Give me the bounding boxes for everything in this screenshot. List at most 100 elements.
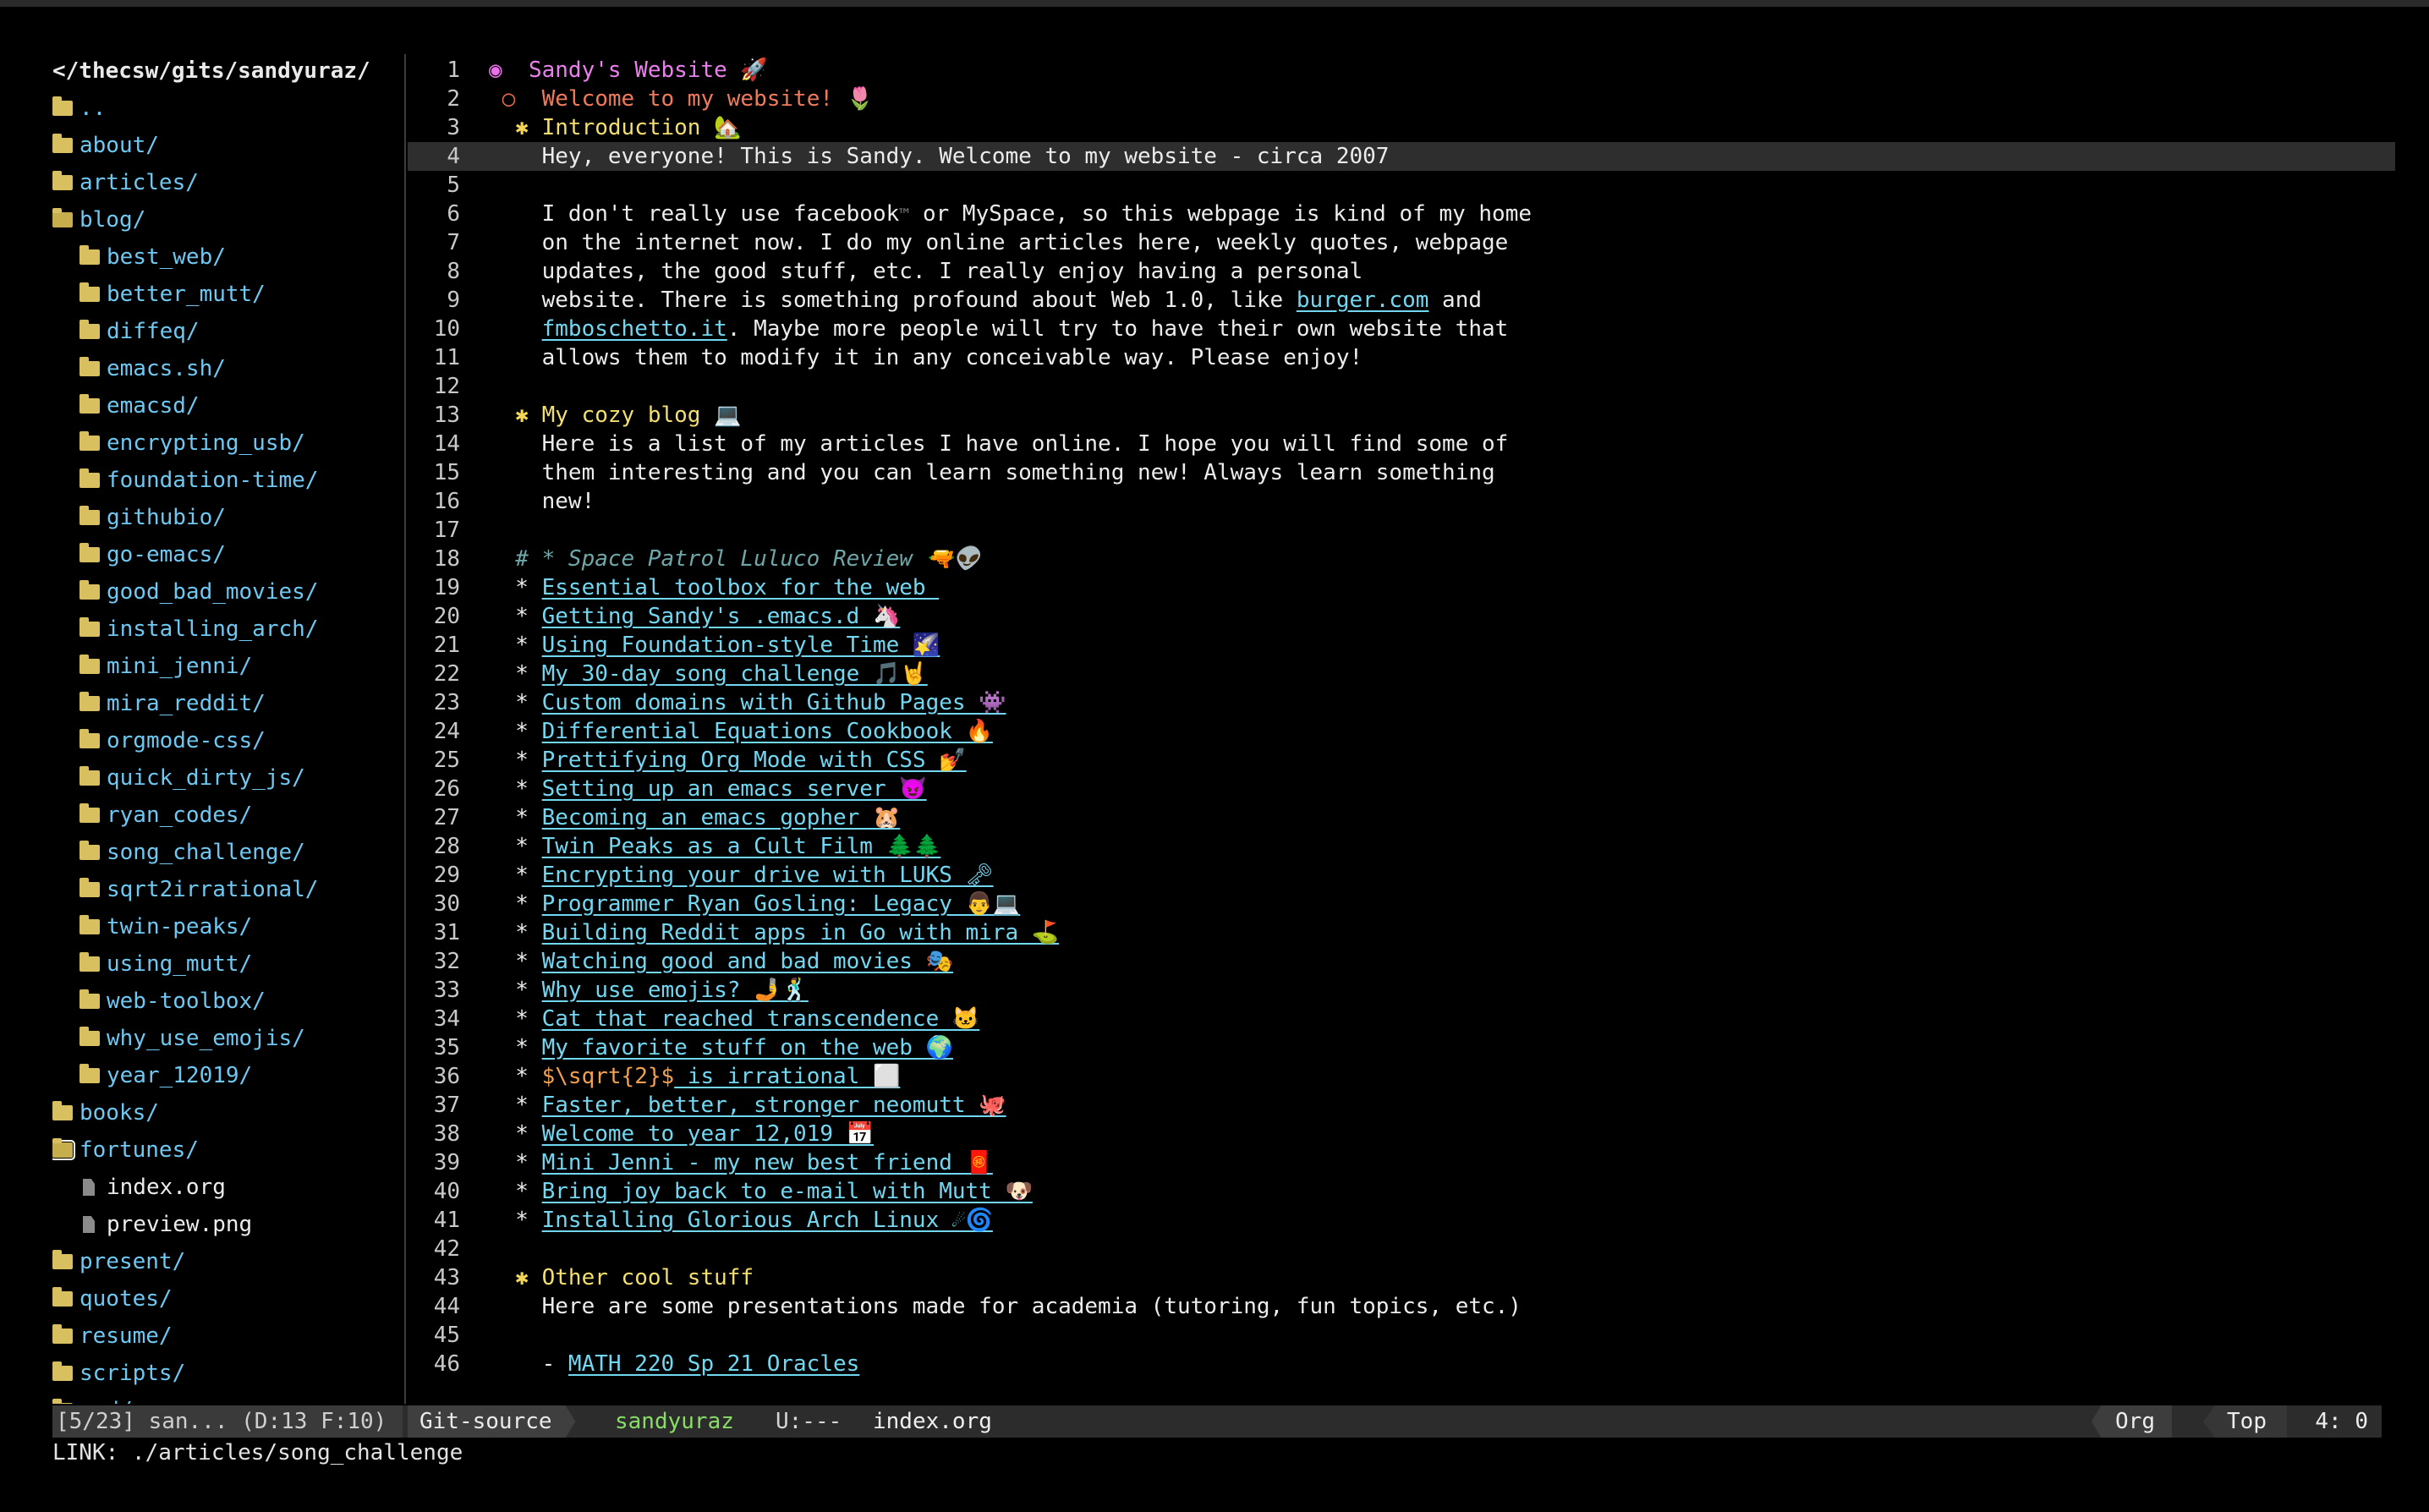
org-link[interactable]: Setting up an emacs server 😈 [542, 776, 927, 802]
org-link[interactable]: Getting Sandy's .emacs.d 🦄 [542, 604, 901, 629]
tree-folder-item[interactable]: books/ [52, 1094, 399, 1131]
tree-folder-item[interactable]: mini_jenni/ [52, 648, 399, 685]
tree-folder-item[interactable]: diffeq/ [52, 313, 399, 350]
tree-folder-item[interactable]: installing_arch/ [52, 611, 399, 648]
tree-folder-item[interactable]: encrypting_usb/ [52, 425, 399, 462]
editor-line[interactable]: 3 ✱ Introduction 🏡 [408, 113, 2395, 142]
editor-line[interactable]: 2 ○ Welcome to my website! 🌷 [408, 85, 2395, 113]
editor-line[interactable]: 42 [408, 1235, 2395, 1263]
tree-folder-item[interactable]: .. [52, 90, 399, 127]
tree-folder-item[interactable]: song_challenge/ [52, 834, 399, 871]
editor-line[interactable]: 10 fmboschetto.it. Maybe more people wil… [408, 315, 2395, 343]
editor-line[interactable]: 29 * Encrypting your drive with LUKS 🗝 [408, 861, 2395, 890]
window-divider[interactable] [404, 54, 406, 1404]
editor-line[interactable]: 8 updates, the good stuff, etc. I really… [408, 257, 2395, 286]
org-link[interactable]: Encrypting your drive with LUKS 🗝 [542, 863, 994, 888]
editor-line[interactable]: 1 ◉ Sandy's Website 🚀 [408, 56, 2395, 85]
editor-line[interactable]: 6 I don't really use facebook™ or MySpac… [408, 200, 2395, 228]
editor-line[interactable]: 28 * Twin Peaks as a Cult Film 🌲🌲 [408, 832, 2395, 861]
org-link[interactable]: burger.com [1297, 288, 1429, 313]
editor-line[interactable]: 5 [408, 171, 2395, 200]
org-link[interactable]: is irrational ⬜ [674, 1064, 901, 1089]
tree-folder-item[interactable]: ryan_codes/ [52, 797, 399, 834]
org-link[interactable]: Cat that reached transcendence 🐱 [542, 1006, 980, 1032]
tree-file-item[interactable]: index.org [52, 1169, 399, 1206]
tree-folder-item[interactable]: year_12019/ [52, 1057, 399, 1094]
org-link[interactable]: Why use emojis? 🤳🕺 [542, 978, 809, 1003]
vc-backend-label[interactable]: Git-source [408, 1405, 576, 1438]
tree-file-item[interactable]: preview.png [52, 1206, 399, 1243]
tree-folder-item[interactable]: present/ [52, 1243, 399, 1280]
tree-folder-item[interactable]: sed/ [52, 1392, 399, 1404]
tree-folder-item[interactable]: twin-peaks/ [52, 908, 399, 945]
editor-line[interactable]: 12 [408, 372, 2395, 401]
tree-folder-item[interactable]: sqrt2irrational/ [52, 871, 399, 908]
org-link[interactable]: My 30-day song challenge 🎵🤘 [542, 661, 928, 687]
tree-folder-item[interactable]: foundation-time/ [52, 462, 399, 499]
org-link[interactable]: Bring joy back to e-mail with Mutt 🐶 [542, 1179, 1033, 1204]
editor-line[interactable]: 9 website. There is something profound a… [408, 286, 2395, 315]
editor-line[interactable]: 19 * Essential toolbox for the web [408, 573, 2395, 602]
editor-line[interactable]: 18 # * Space Patrol Luluco Review 🔫👽 [408, 545, 2395, 573]
tree-folder-item[interactable]: emacs.sh/ [52, 350, 399, 387]
editor-line[interactable]: 7 on the internet now. I do my online ar… [408, 228, 2395, 257]
org-link[interactable]: Becoming an emacs gopher 🐹 [542, 805, 901, 830]
editor-line[interactable]: 33 * Why use emojis? 🤳🕺 [408, 976, 2395, 1005]
org-link[interactable]: Mini Jenni - my new best friend 🧧 [542, 1150, 993, 1175]
editor-line[interactable]: 4 Hey, everyone! This is Sandy. Welcome … [408, 142, 2395, 171]
editor-line[interactable]: 24 * Differential Equations Cookbook 🔥 [408, 717, 2395, 746]
file-tree-sidebar[interactable]: </thecsw/gits/sandyuraz/ .. about/article… [52, 52, 399, 1404]
tree-folder-item[interactable]: why_use_emojis/ [52, 1020, 399, 1057]
git-branch-label[interactable]: sandyuraz [615, 1405, 734, 1438]
editor-line[interactable]: 45 [408, 1321, 2395, 1350]
tree-folder-item[interactable]: best_web/ [52, 238, 399, 276]
editor-line[interactable]: 15 them interesting and you can learn so… [408, 458, 2395, 487]
tree-folder-item[interactable]: web-toolbox/ [52, 983, 399, 1020]
org-link[interactable]: Using Foundation-style Time 🌠 [542, 633, 940, 658]
tree-folder-item[interactable]: about/ [52, 127, 399, 164]
editor-line[interactable]: 30 * Programmer Ryan Gosling: Legacy 👨💻 [408, 890, 2395, 918]
tree-folder-item[interactable]: articles/ [52, 164, 399, 201]
tree-folder-item[interactable]: fortunes/ [52, 1131, 399, 1169]
org-link[interactable]: Faster, better, stronger neomutt 🐙 [542, 1093, 1006, 1118]
org-link[interactable]: Programmer Ryan Gosling: Legacy 👨💻 [542, 891, 1021, 917]
tree-folder-item[interactable]: quick_dirty_js/ [52, 759, 399, 797]
org-link[interactable]: Installing Glorious Arch Linux ☄🌀 [542, 1208, 993, 1233]
tree-folder-item[interactable]: using_mutt/ [52, 945, 399, 983]
org-link[interactable]: Prettifying Org Mode with CSS 💅 [542, 748, 967, 773]
org-link[interactable]: My favorite stuff on the web 🌍 [542, 1035, 953, 1060]
tree-folder-item[interactable]: githubio/ [52, 499, 399, 536]
org-link[interactable]: Essential toolbox for the web [542, 575, 940, 600]
editor-line[interactable]: 43 ✱ Other cool stuff [408, 1263, 2395, 1292]
editor-line[interactable]: 44 Here are some presentations made for … [408, 1292, 2395, 1321]
editor-line[interactable]: 26 * Setting up an emacs server 😈 [408, 775, 2395, 803]
org-link[interactable]: Welcome to year 12,019 📅 [542, 1121, 874, 1147]
org-link[interactable]: Watching good and bad movies 🎭 [542, 949, 953, 974]
tree-folder-item[interactable]: orgmode-css/ [52, 722, 399, 759]
org-link[interactable]: MATH 220 Sp 21 Oracles [568, 1351, 859, 1377]
editor-line[interactable]: 41 * Installing Glorious Arch Linux ☄🌀 [408, 1206, 2395, 1235]
org-link[interactable]: Differential Equations Cookbook 🔥 [542, 719, 993, 744]
editor-line[interactable]: 40 * Bring joy back to e-mail with Mutt … [408, 1177, 2395, 1206]
editor-line[interactable]: 25 * Prettifying Org Mode with CSS 💅 [408, 746, 2395, 775]
tree-folder-item[interactable]: go-emacs/ [52, 536, 399, 573]
tree-folder-item[interactable]: better_mutt/ [52, 276, 399, 313]
editor-line[interactable]: 35 * My favorite stuff on the web 🌍 [408, 1033, 2395, 1062]
tree-folder-item[interactable]: emacsd/ [52, 387, 399, 425]
editor-line[interactable]: 37 * Faster, better, stronger neomutt 🐙 [408, 1091, 2395, 1120]
org-link[interactable]: fmboschetto.it [542, 316, 727, 342]
editor-line[interactable]: 32 * Watching good and bad movies 🎭 [408, 947, 2395, 976]
tree-folder-item[interactable]: quotes/ [52, 1280, 399, 1318]
editor-line[interactable]: 36 * $\sqrt{2}$ is irrational ⬜ [408, 1062, 2395, 1091]
editor-line[interactable]: 31 * Building Reddit apps in Go with mir… [408, 918, 2395, 947]
org-link[interactable]: Building Reddit apps in Go with mira ⛳ [542, 920, 1060, 945]
editor-line[interactable]: 39 * Mini Jenni - my new best friend 🧧 [408, 1148, 2395, 1177]
editor-line[interactable]: 11 allows them to modify it in any conce… [408, 343, 2395, 372]
tree-folder-item[interactable]: resume/ [52, 1318, 399, 1355]
editor-line[interactable]: 34 * Cat that reached transcendence 🐱 [408, 1005, 2395, 1033]
org-link[interactable]: Custom domains with Github Pages 👾 [542, 690, 1006, 715]
tree-folder-item[interactable]: mira_reddit/ [52, 685, 399, 722]
tree-folder-item[interactable]: good_bad_movies/ [52, 573, 399, 611]
editor-line[interactable]: 13 ✱ My cozy blog 💻 [408, 401, 2395, 430]
editor-line[interactable]: 17 [408, 516, 2395, 545]
